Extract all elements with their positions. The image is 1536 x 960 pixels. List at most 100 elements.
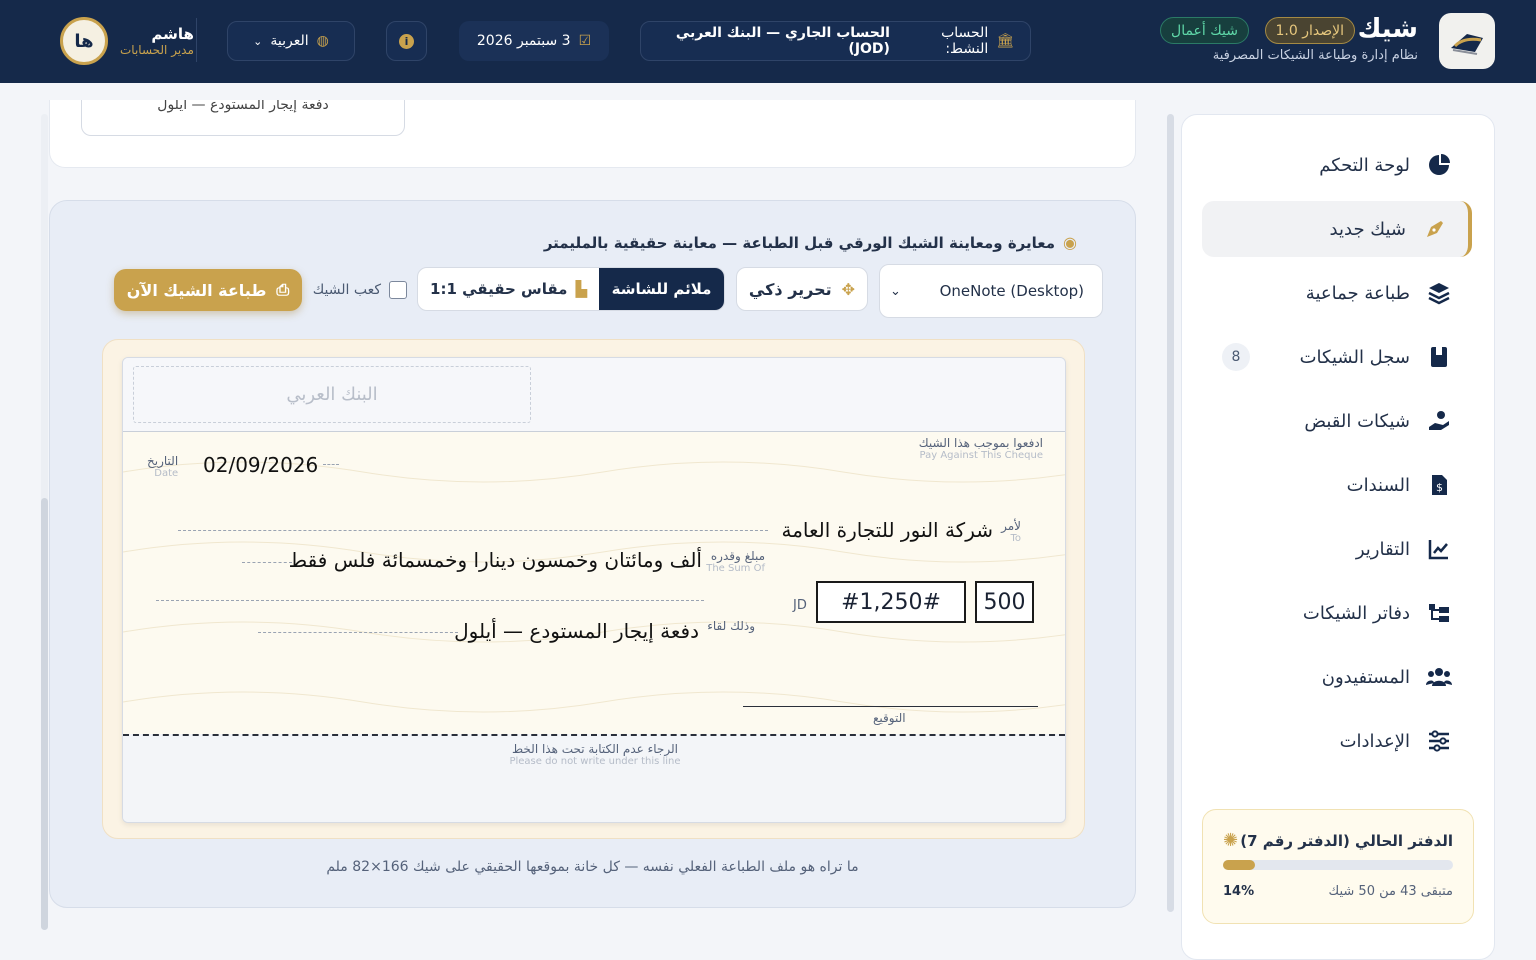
amount-fils-box[interactable]: 500 [975,581,1034,623]
cheque-date-value[interactable]: 02/09/2026 [203,453,318,477]
print-now-button[interactable]: طباعة الشيك الآن ⎙ [114,269,302,311]
main-scrollbar[interactable] [41,114,48,930]
sidebar-item-bulk-print[interactable]: طباعة جماعية [1202,265,1472,321]
smart-edit-button[interactable]: تحرير ذكي ✥ [736,267,868,311]
folder-tree-icon [1426,600,1452,626]
stub-checkbox-box[interactable] [389,281,407,299]
view-mode-toggle[interactable]: ملائم للشاشة ▙ مقاس حقيقي 1:1 [417,267,725,311]
sidebar-item-cheque-log[interactable]: 8 سجل الشيكات [1202,329,1472,385]
layers-icon [1426,280,1452,306]
currency-label: JD [793,598,807,613]
brand-subtitle: نظام إدارة وطباعة الشيكات المصرفية [1212,48,1418,63]
no-write-ar: الرجاء عدم الكتابة تحت هذا الخط [512,742,678,756]
preview-title-text: معايرة ومعاينة الشيك الورقي قبل الطباعة … [543,233,1056,252]
amount-words-line-2 [156,600,704,601]
preview-title: معايرة ومعاينة الشيك الورقي قبل الطباعة … [544,233,1077,252]
real-scale-tab[interactable]: ▙ مقاس حقيقي 1:1 [418,268,599,310]
stub-checkbox-label: كعب الشيك [312,282,381,298]
amount-numeric-box[interactable]: #1,250# [816,581,966,623]
pay-against-ar: ادفعوا بموجب هذا الشيك [918,436,1043,450]
sliders-icon [1426,728,1452,754]
cheque-log-count: 8 [1222,343,1250,371]
sidebar-item-received-cheques[interactable]: شيكات القبض [1202,393,1472,449]
memo-field[interactable]: دفعة إيجار المستودع — أيلول [81,100,405,136]
pie-chart-icon [1426,152,1452,178]
no-write-label: الرجاء عدم الكتابة تحت هذا الخط Please d… [123,742,1065,767]
stub-checkbox[interactable]: كعب الشيك [313,281,407,299]
info-button[interactable]: i [386,21,427,61]
to-label-ar: لأمر [1001,519,1021,533]
sidebar-item-label: دفاتر الشيكات [1302,602,1410,624]
avatar[interactable]: ها [60,17,108,65]
calendar-icon: ☑ [578,33,592,49]
printer-icon: ⎙ [276,280,290,299]
cheque-preview-card: معايرة ومعاينة الشيك الورقي قبل الطباعة … [49,200,1136,908]
app-header: شيك نظام إدارة وطباعة الشيكات المصرفية ا… [0,0,1536,83]
cheque-frame: البنك العربي ادفعوا بموجب هذا الشيك Pay … [102,339,1085,839]
sidebar-item-label: سجل الشيكات [1299,346,1410,368]
cheque-paper: البنك العربي ادفعوا بموجب هذا الشيك Pay … [122,357,1066,823]
fit-screen-label: ملائم للشاشة [611,280,712,298]
sidebar-item-label: شيك جديد [1329,218,1406,240]
sidebar-item-label: التقارير [1355,538,1410,560]
sidebar-item-settings[interactable]: الإعدادات [1202,713,1472,769]
sidebar-item-reports[interactable]: التقارير [1202,521,1472,577]
printer-select[interactable]: ⌄ OneNote (Desktop) [879,264,1103,318]
signature-line [743,706,1038,707]
sidebar: لوحة التحكم شيك جديد طباعة جماعية 8 سجل … [1181,114,1495,960]
sidebar-item-chequebooks[interactable]: دفاتر الشيكات [1202,585,1472,641]
sidebar-item-label: شيكات القبض [1304,410,1410,432]
date-text: 3 سبتمبر 2026 [476,33,571,49]
main-scrollbar-thumb[interactable] [41,498,48,930]
svg-text:$: $ [1436,481,1443,494]
language-label: العربية [270,33,309,49]
bank-name-placeholder[interactable]: البنك العربي [133,366,531,423]
book-percent: 14% [1223,884,1255,899]
preview-footer-note: ما تراه هو ملف الطباعة الفعلي نفسه — كل … [326,859,859,875]
sum-label: مبلغ وقدره The Sum Of [706,549,765,574]
amount-words-value[interactable]: ألف ومائتان وخمسون دينارا وخمسمائة فلس ف… [289,548,702,572]
sidebar-item-label: المستفيدون [1321,666,1410,688]
header-divider [196,18,197,62]
book-progress-fill [1223,860,1256,870]
current-chequebook-card: ✺ الدفتر الحالي (الدفتر رقم 7) متبقى 43 … [1202,809,1474,924]
move-arrows-icon: ✥ [841,279,856,299]
app-logo[interactable] [1439,13,1495,69]
pay-against-en: Pay Against This Cheque [919,450,1043,461]
memo-line [258,632,458,633]
chevron-down-icon: ⌄ [253,34,263,48]
sidebar-item-beneficiaries[interactable]: المستفيدون [1202,649,1472,705]
sum-label-ar: مبلغ وقدره [710,549,765,563]
sidebar-scrollbar[interactable] [1167,114,1174,912]
payee-line [178,530,768,531]
version-badge: الإصدار 1.0 [1264,17,1355,44]
sidebar-item-new-cheque[interactable]: شيك جديد [1202,201,1472,257]
date-dash [323,464,339,465]
amount-main: #1,250# [841,589,941,615]
info-icon: i [399,33,414,49]
fit-screen-tab[interactable]: ملائم للشاشة [599,268,724,310]
to-label: لأمر To [1001,519,1021,544]
printer-value: OneNote (Desktop) [939,282,1084,300]
amount-words-line [242,562,292,563]
cheque-logo-icon [1451,34,1483,55]
payee-value[interactable]: شركة النور للتجارة العامة [781,518,993,542]
current-book-title: الدفتر الحالي (الدفتر رقم 7) [1240,832,1453,850]
current-date: ☑ 3 سبتمبر 2026 [459,21,609,61]
no-write-en: Please do not write under this line [509,756,681,767]
sidebar-item-dashboard[interactable]: لوحة التحكم [1202,137,1472,193]
memo-value[interactable]: دفعة إيجار المستودع — أيلول [454,619,699,643]
active-account-selector[interactable]: 🏛 الحساب النشط: الحساب الجاري — البنك ال… [640,21,1031,61]
language-selector[interactable]: ◍ العربية ⌄ [227,21,355,61]
sidebar-item-vouchers[interactable]: السندات $ [1202,457,1472,513]
users-icon [1426,664,1452,690]
ruler-icon: ▙ [575,280,587,298]
book-progress-bar [1223,860,1453,870]
memo-label: وذلك لقاء [707,619,755,633]
globe-icon: ◍ [316,33,329,49]
user-menu[interactable]: ها هاشم مدير الحسابات [60,17,194,65]
sidebar-item-label: طباعة جماعية [1305,282,1410,304]
cheque-form-card: دفعة إيجار المستودع — أيلول [49,100,1136,168]
memo-field-value: دفعة إيجار المستودع — أيلول [157,100,329,113]
real-scale-label: مقاس حقيقي 1:1 [430,280,568,298]
